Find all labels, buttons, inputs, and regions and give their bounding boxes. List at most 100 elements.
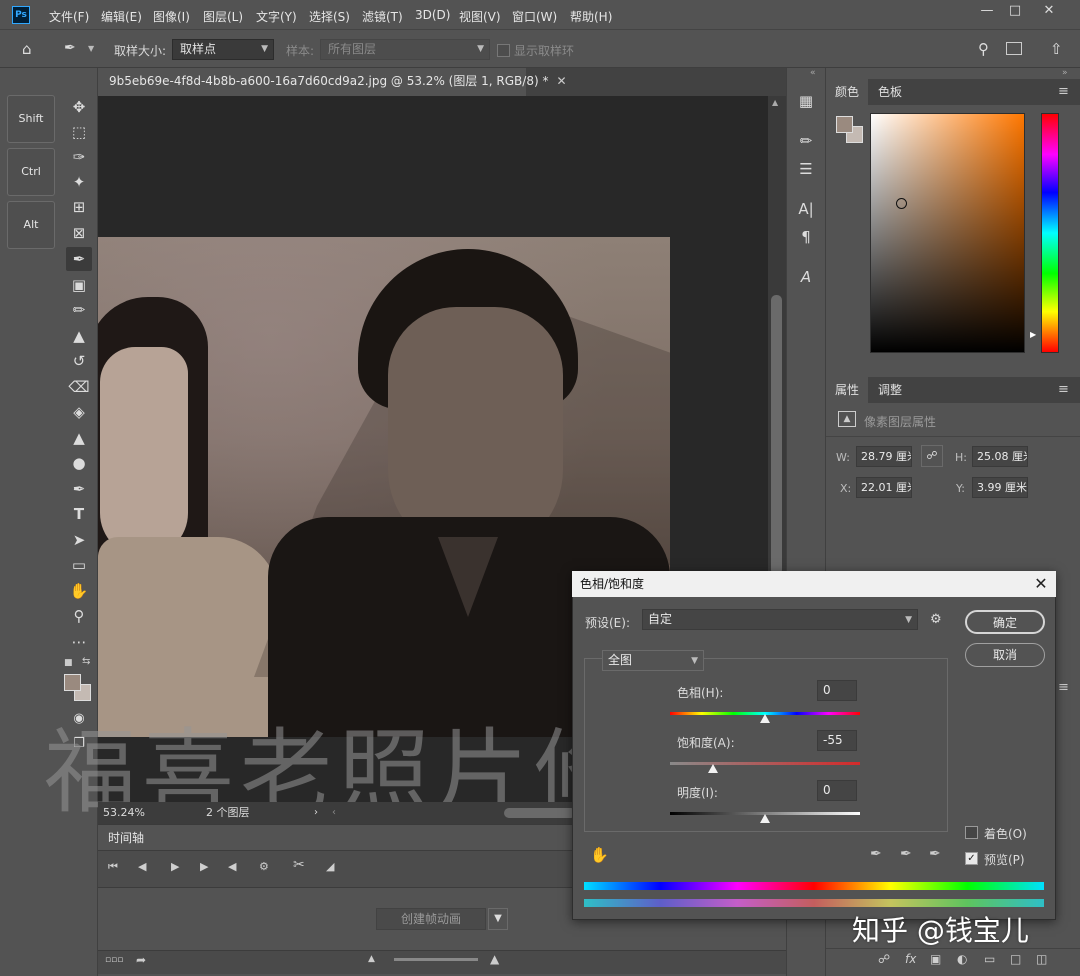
paint-bucket-tool-icon[interactable]: ◈	[66, 400, 92, 424]
play-icon[interactable]: ▶	[171, 860, 179, 873]
link-layers-icon[interactable]: ☍	[878, 952, 890, 966]
menu-help[interactable]: 帮助(H)	[570, 8, 612, 25]
link-dimensions-icon[interactable]: ☍	[921, 445, 943, 467]
tab-adjustments[interactable]: 调整	[870, 377, 910, 403]
channel-select[interactable]: 全图 ▼	[602, 650, 704, 671]
create-frame-animation-button[interactable]: 创建帧动画	[376, 908, 486, 930]
menu-edit[interactable]: 编辑(E)	[101, 8, 142, 25]
close-tab-icon[interactable]: ✕	[556, 74, 566, 88]
saturation-slider-thumb[interactable]	[708, 764, 718, 773]
sample-size-select[interactable]: 取样点 ▼	[172, 39, 274, 60]
status-chevron-right-icon[interactable]: ›	[314, 802, 318, 824]
move-tool-icon[interactable]: ✥	[66, 95, 92, 119]
lasso-tool-icon[interactable]: ✑	[66, 145, 92, 169]
preset-options-gear-icon[interactable]: ⚙	[930, 612, 942, 627]
history-panel-icon[interactable]: ▦	[795, 90, 817, 112]
ctrl-key-button[interactable]: Ctrl	[7, 148, 55, 196]
menu-layer[interactable]: 图层(L)	[203, 8, 243, 25]
new-group-folder-icon[interactable]: ▭	[984, 952, 995, 966]
healing-brush-tool-icon[interactable]: ▣	[66, 273, 92, 297]
shift-key-button[interactable]: Shift	[7, 95, 55, 143]
saturation-track[interactable]	[670, 762, 860, 765]
y-position-field[interactable]: 3.99 厘米	[972, 477, 1028, 498]
eraser-tool-icon[interactable]: ⌫	[66, 375, 92, 399]
layers-count[interactable]: 2 个图层	[206, 802, 250, 824]
panel-menu-icon[interactable]: ≡	[1058, 84, 1069, 99]
scroll-up-icon[interactable]: ▲	[772, 98, 778, 107]
brush-tool-icon[interactable]: ✏	[66, 298, 92, 322]
close-icon[interactable]: ✕	[1032, 0, 1066, 22]
clone-stamp-tool-icon[interactable]: ▲	[66, 324, 92, 348]
tab-swatches[interactable]: 色板	[870, 79, 910, 105]
more-tools-icon[interactable]: ⋯	[66, 630, 92, 654]
hand-tool-icon[interactable]: ✋	[66, 579, 92, 603]
saturation-input[interactable]: -55	[817, 730, 857, 751]
next-frame-icon[interactable]: ▶	[200, 860, 208, 873]
zoom-out-timeline-icon[interactable]: ▲	[368, 954, 375, 964]
ok-button[interactable]: 确定	[965, 610, 1045, 634]
menu-file[interactable]: 文件(F)	[49, 8, 89, 25]
height-field[interactable]: 25.08 厘米	[972, 446, 1028, 467]
width-field[interactable]: 28.79 厘米	[856, 446, 912, 467]
adjustments-sliders-icon[interactable]: ☰	[795, 158, 817, 180]
hue-input[interactable]: 0	[817, 680, 857, 701]
settings-gear-icon[interactable]: ⚙	[259, 860, 269, 873]
frame-tool-icon[interactable]: ⊠	[66, 221, 92, 245]
hue-slider-marker[interactable]: ▶	[1030, 330, 1036, 339]
horizontal-scroll-thumb[interactable]	[504, 808, 576, 818]
color-picker-marker[interactable]	[896, 198, 907, 209]
preset-select[interactable]: 自定 ▼	[642, 609, 918, 630]
menu-image[interactable]: 图像(I)	[153, 8, 190, 25]
transition-icon[interactable]: ◢	[326, 860, 334, 873]
pen-tool-icon[interactable]: ✒	[66, 477, 92, 501]
hscroll-left-icon[interactable]: ‹	[332, 802, 336, 824]
adjustment-layer-icon[interactable]: ◐	[957, 952, 967, 966]
tab-properties[interactable]: 属性	[826, 377, 868, 403]
brushes-panel-icon[interactable]: ✏	[795, 130, 817, 152]
zoom-tool-icon[interactable]: ⚲	[66, 604, 92, 628]
restore-icon[interactable]: □	[998, 0, 1032, 22]
home-icon[interactable]: ⌂	[22, 40, 32, 58]
timeline-tab[interactable]: 时间轴	[98, 826, 154, 850]
dialog-close-icon[interactable]: ✕	[1030, 573, 1052, 595]
split-scissors-icon[interactable]: ✂	[293, 857, 305, 873]
alt-key-button[interactable]: Alt	[7, 201, 55, 249]
delete-layer-trash-icon[interactable]: ◫	[1036, 952, 1047, 966]
previous-frame-icon[interactable]: ◀	[138, 860, 146, 873]
character-panel-icon[interactable]: A|	[795, 198, 817, 220]
lightness-input[interactable]: 0	[817, 780, 857, 801]
swap-colors-icon[interactable]: ⇆	[82, 656, 90, 667]
targeted-adjustment-hand-icon[interactable]: ✋	[590, 846, 609, 864]
glyphs-panel-icon[interactable]: A	[795, 266, 817, 288]
tool-preset-chevron-down-icon[interactable]: ▼	[88, 44, 94, 53]
expand-dock-icon[interactable]: »	[1062, 68, 1068, 78]
blur-tool-icon[interactable]: ▲	[66, 426, 92, 450]
history-brush-tool-icon[interactable]: ↺	[66, 349, 92, 373]
eyedropper-tool-icon[interactable]: ✒	[64, 40, 76, 56]
new-layer-icon[interactable]: □	[1010, 952, 1021, 966]
menu-3d[interactable]: 3D(D)	[415, 8, 450, 22]
sample-select[interactable]: 所有图层 ▼	[320, 39, 490, 60]
tab-color[interactable]: 颜色	[826, 79, 868, 105]
colorize-checkbox[interactable]	[965, 826, 978, 839]
path-selection-tool-icon[interactable]: ➤	[66, 528, 92, 552]
timeline-zoom-slider[interactable]	[394, 958, 478, 961]
panel-menu-icon[interactable]: ≡	[1058, 680, 1069, 695]
paragraph-panel-icon[interactable]: ¶	[795, 226, 817, 248]
hue-slider[interactable]	[1041, 113, 1059, 353]
subtract-from-sample-eyedropper-icon[interactable]: ✒	[929, 846, 941, 862]
layer-style-fx-icon[interactable]: fx	[905, 952, 916, 966]
chevron-down-icon[interactable]: ▼	[488, 908, 508, 930]
document-tab[interactable]: 9b5eb69e-4f8d-4b8b-a600-16a7d60cd9a2.jpg…	[98, 68, 567, 96]
foreground-color-swatch[interactable]	[64, 674, 81, 691]
search-icon[interactable]: ⚲	[978, 40, 989, 58]
cancel-button[interactable]: 取消	[965, 643, 1045, 667]
menu-window[interactable]: 窗口(W)	[512, 8, 557, 25]
zoom-level[interactable]: 53.24%	[103, 802, 145, 824]
audio-icon[interactable]: ◀	[228, 860, 236, 873]
frame-mode-icon[interactable]: ▫▫▫	[105, 955, 123, 965]
menu-view[interactable]: 视图(V)	[459, 8, 501, 25]
share-icon[interactable]: ⇧	[1050, 40, 1063, 58]
type-tool-icon[interactable]: T	[66, 502, 92, 526]
x-position-field[interactable]: 22.01 厘米	[856, 477, 912, 498]
